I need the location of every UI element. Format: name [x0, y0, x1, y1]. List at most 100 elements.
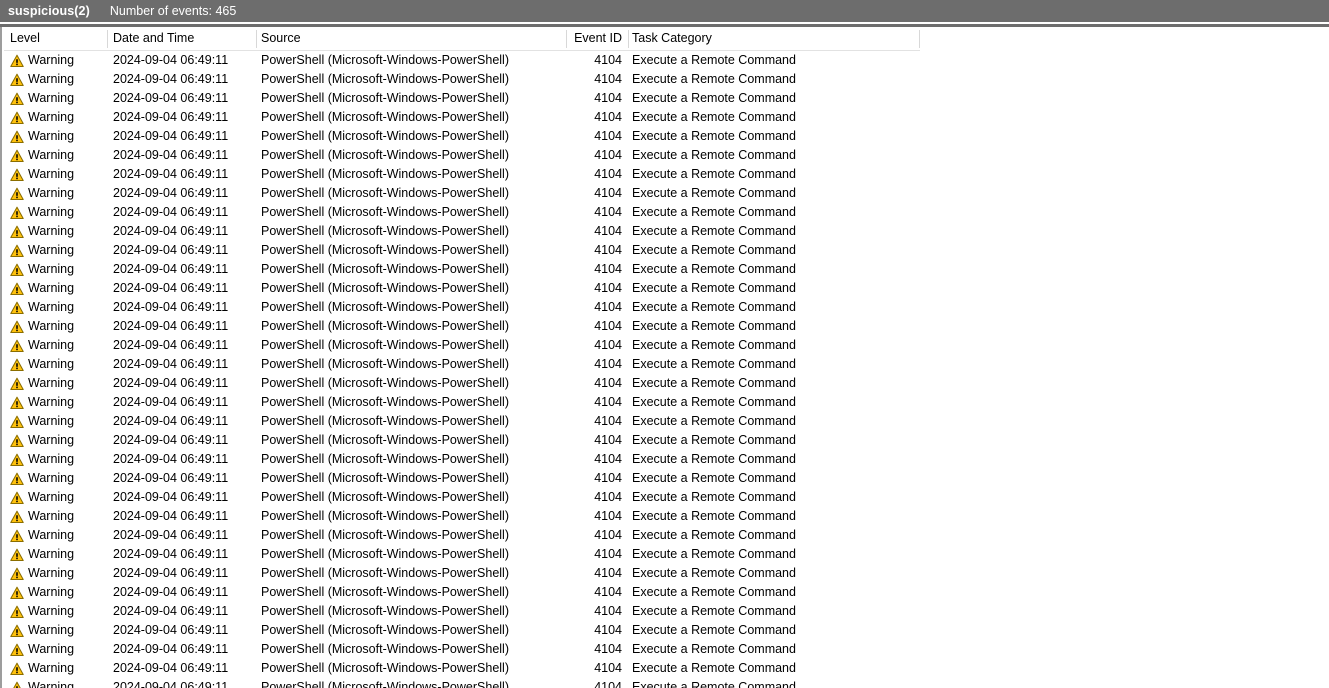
- warning-triangle-icon: [12, 681, 22, 688]
- column-header-date[interactable]: Date and Time: [113, 27, 253, 50]
- cell-level: Warning: [10, 488, 102, 507]
- cell-event-id: 4104: [594, 224, 622, 238]
- cell-task: Execute a Remote Command: [632, 338, 796, 352]
- table-row[interactable]: Warning 2024-09-04 06:49:11 PowerShell (Mi…: [4, 355, 1329, 374]
- column-header-event-id[interactable]: Event ID: [570, 27, 622, 50]
- column-resize-handle-2[interactable]: [566, 30, 567, 48]
- warning-triangle-icon: [10, 662, 24, 675]
- table-row[interactable]: Warning 2024-09-04 06:49:11 PowerShell (Mi…: [4, 450, 1329, 469]
- cell-level: Warning: [10, 336, 102, 355]
- column-resize-handle-4[interactable]: [919, 30, 920, 48]
- table-row[interactable]: Warning 2024-09-04 06:49:11 PowerShell (Mi…: [4, 621, 1329, 640]
- cell-source: PowerShell (Microsoft-Windows-PowerShell…: [261, 224, 509, 238]
- warning-triangle-icon: [10, 54, 24, 67]
- level-label: Warning: [28, 319, 75, 333]
- cell-level: Warning: [10, 640, 102, 659]
- warning-triangle-icon: [10, 358, 24, 371]
- cell-event-id: 4104: [594, 148, 622, 162]
- table-row[interactable]: Warning 2024-09-04 06:49:11 PowerShell (Mi…: [4, 203, 1329, 222]
- cell-event-id: 4104: [594, 338, 622, 352]
- warning-triangle-icon: [10, 415, 24, 428]
- table-row[interactable]: Warning 2024-09-04 06:49:11 PowerShell (Mi…: [4, 222, 1329, 241]
- cell-event-id: 4104: [594, 452, 622, 466]
- cell-date: 2024-09-04 06:49:11: [113, 262, 229, 276]
- cell-task: Execute a Remote Command: [632, 148, 796, 162]
- table-row[interactable]: Warning 2024-09-04 06:49:11 PowerShell (Mi…: [4, 545, 1329, 564]
- table-row[interactable]: Warning 2024-09-04 06:49:11 PowerShell (Mi…: [4, 488, 1329, 507]
- table-row[interactable]: Warning 2024-09-04 06:49:11 PowerShell (Mi…: [4, 108, 1329, 127]
- table-row[interactable]: Warning 2024-09-04 06:49:11 PowerShell (Mi…: [4, 127, 1329, 146]
- cell-source: PowerShell (Microsoft-Windows-PowerShell…: [261, 167, 509, 181]
- table-row[interactable]: Warning 2024-09-04 06:49:11 PowerShell (Mi…: [4, 184, 1329, 203]
- warning-triangle-icon: [10, 472, 24, 485]
- table-row[interactable]: Warning 2024-09-04 06:49:11 PowerShell (Mi…: [4, 564, 1329, 583]
- level-label: Warning: [28, 262, 75, 276]
- table-row[interactable]: Warning 2024-09-04 06:49:11 PowerShell (Mi…: [4, 412, 1329, 431]
- table-row[interactable]: Warning 2024-09-04 06:49:11 PowerShell (Mi…: [4, 70, 1329, 89]
- table-row[interactable]: Warning 2024-09-04 06:49:11 PowerShell (Mi…: [4, 393, 1329, 412]
- cell-source: PowerShell (Microsoft-Windows-PowerShell…: [261, 300, 509, 314]
- cell-date: 2024-09-04 06:49:11: [113, 129, 229, 143]
- cell-task: Execute a Remote Command: [632, 357, 796, 371]
- table-row[interactable]: Warning 2024-09-04 06:49:11 PowerShell (Mi…: [4, 640, 1329, 659]
- cell-date: 2024-09-04 06:49:11: [113, 585, 229, 599]
- column-header-level[interactable]: Level: [10, 27, 102, 50]
- level-label: Warning: [28, 205, 75, 219]
- cell-level: Warning: [10, 146, 102, 165]
- cell-date: 2024-09-04 06:49:11: [113, 680, 229, 688]
- table-row[interactable]: Warning 2024-09-04 06:49:11 PowerShell (Mi…: [4, 659, 1329, 678]
- table-row[interactable]: Warning 2024-09-04 06:49:11 PowerShell (Mi…: [4, 336, 1329, 355]
- cell-date: 2024-09-04 06:49:11: [113, 357, 229, 371]
- table-row[interactable]: Warning 2024-09-04 06:49:11 PowerShell (Mi…: [4, 526, 1329, 545]
- column-resize-handle-3[interactable]: [628, 30, 629, 48]
- table-row[interactable]: Warning 2024-09-04 06:49:11 PowerShell (Mi…: [4, 583, 1329, 602]
- table-row[interactable]: Warning 2024-09-04 06:49:11 PowerShell (Mi…: [4, 260, 1329, 279]
- cell-event-id: 4104: [594, 300, 622, 314]
- table-row[interactable]: Warning 2024-09-04 06:49:11 PowerShell (Mi…: [4, 374, 1329, 393]
- cell-date: 2024-09-04 06:49:11: [113, 53, 229, 67]
- warning-triangle-icon: [10, 586, 24, 599]
- table-row[interactable]: Warning 2024-09-04 06:49:11 PowerShell (Mi…: [4, 165, 1329, 184]
- cell-source: PowerShell (Microsoft-Windows-PowerShell…: [261, 547, 509, 561]
- cell-event-id: 4104: [594, 167, 622, 181]
- cell-event-id: 4104: [594, 281, 622, 295]
- table-row[interactable]: Warning 2024-09-04 06:49:11 PowerShell (Mi…: [4, 89, 1329, 108]
- level-label: Warning: [28, 110, 75, 124]
- table-row[interactable]: Warning 2024-09-04 06:49:11 PowerShell (Mi…: [4, 146, 1329, 165]
- cell-event-id: 4104: [594, 661, 622, 675]
- warning-triangle-icon: [10, 149, 24, 162]
- cell-date: 2024-09-04 06:49:11: [113, 566, 229, 580]
- table-row[interactable]: Warning 2024-09-04 06:49:11 PowerShell (Mi…: [4, 279, 1329, 298]
- cell-level: Warning: [10, 583, 102, 602]
- cell-date: 2024-09-04 06:49:11: [113, 205, 229, 219]
- column-resize-handle-0[interactable]: [107, 30, 108, 48]
- table-row[interactable]: Warning 2024-09-04 06:49:11 PowerShell (Mi…: [4, 469, 1329, 488]
- table-row[interactable]: Warning 2024-09-04 06:49:11 PowerShell (Mi…: [4, 317, 1329, 336]
- table-row[interactable]: Warning 2024-09-04 06:49:11 PowerShell (Mi…: [4, 241, 1329, 260]
- cell-event-id: 4104: [594, 91, 622, 105]
- level-label: Warning: [28, 414, 75, 428]
- cell-date: 2024-09-04 06:49:11: [113, 376, 229, 390]
- table-row[interactable]: Warning 2024-09-04 06:49:11 PowerShell (Mi…: [4, 298, 1329, 317]
- cell-source: PowerShell (Microsoft-Windows-PowerShell…: [261, 395, 509, 409]
- level-label: Warning: [28, 53, 75, 67]
- table-row[interactable]: Warning 2024-09-04 06:49:11 PowerShell (Mi…: [4, 507, 1329, 526]
- table-row[interactable]: Warning 2024-09-04 06:49:11 PowerShell (Mi…: [4, 678, 1329, 688]
- table-row[interactable]: Warning 2024-09-04 06:49:11 PowerShell (Mi…: [4, 51, 1329, 70]
- cell-source: PowerShell (Microsoft-Windows-PowerShell…: [261, 262, 509, 276]
- cell-source: PowerShell (Microsoft-Windows-PowerShell…: [261, 490, 509, 504]
- cell-source: PowerShell (Microsoft-Windows-PowerShell…: [261, 680, 509, 688]
- level-label: Warning: [28, 91, 75, 105]
- cell-date: 2024-09-04 06:49:11: [113, 433, 229, 447]
- level-label: Warning: [28, 452, 75, 466]
- column-header-task[interactable]: Task Category: [632, 27, 912, 50]
- cell-task: Execute a Remote Command: [632, 91, 796, 105]
- cell-source: PowerShell (Microsoft-Windows-PowerShell…: [261, 357, 509, 371]
- level-label: Warning: [28, 623, 75, 637]
- column-resize-handle-1[interactable]: [256, 30, 257, 48]
- table-row[interactable]: Warning 2024-09-04 06:49:11 PowerShell (Mi…: [4, 431, 1329, 450]
- table-row[interactable]: Warning 2024-09-04 06:49:11 PowerShell (Mi…: [4, 602, 1329, 621]
- cell-level: Warning: [10, 412, 102, 431]
- column-header-source[interactable]: Source: [261, 27, 561, 50]
- cell-level: Warning: [10, 108, 102, 127]
